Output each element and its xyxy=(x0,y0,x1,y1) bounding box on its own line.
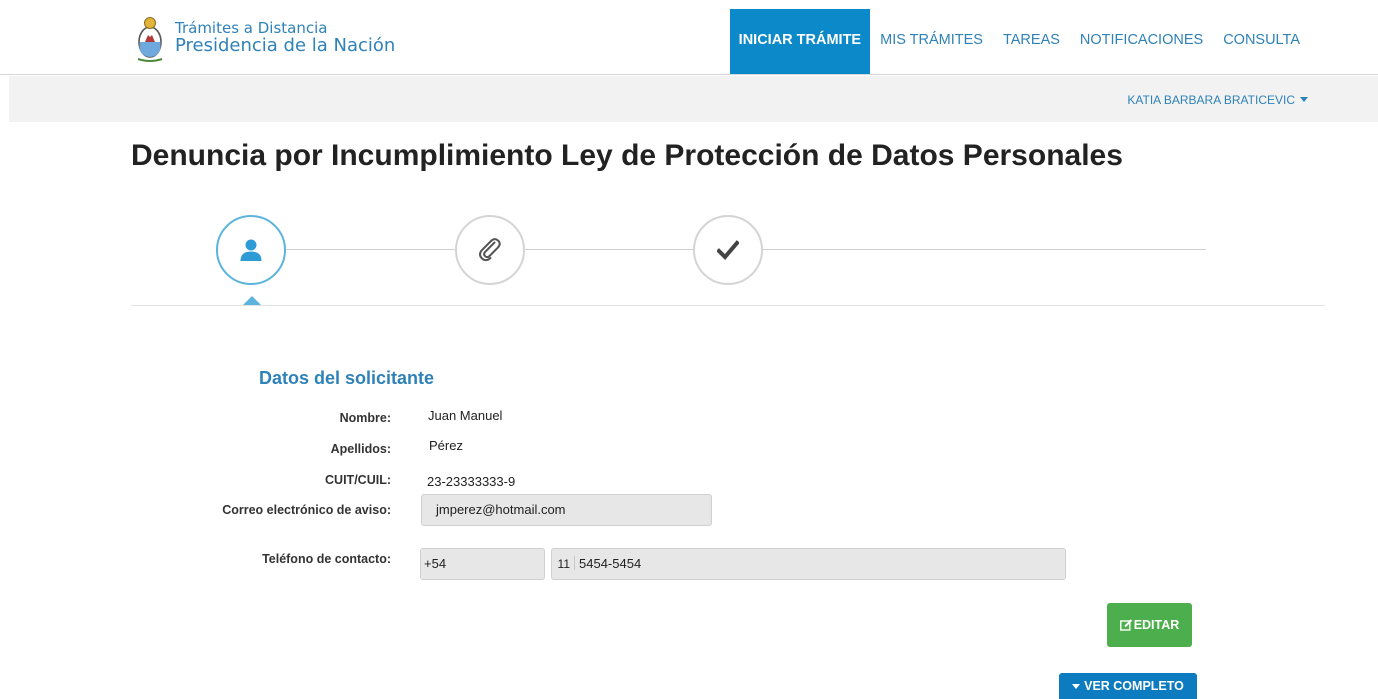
logo-title: Trámites a Distancia xyxy=(175,19,328,37)
edit-button-label: EDITAR xyxy=(1133,618,1180,632)
page-title: Denuncia por Incumplimiento Ley de Prote… xyxy=(131,139,1123,172)
section-title: Datos del solicitante xyxy=(259,368,435,388)
user-name: KATIA BARBARA BRATICEVIC xyxy=(1127,93,1295,107)
paperclip-icon xyxy=(479,238,501,262)
phone-number-field[interactable]: 11 5454-5454 xyxy=(551,548,1066,580)
email-label: Correo electrónico de aviso: xyxy=(222,503,391,517)
nav-consulta[interactable]: CONSULTA xyxy=(1213,9,1310,74)
nav-notificaciones[interactable]: NOTIFICACIONES xyxy=(1070,9,1213,74)
edit-icon xyxy=(1119,619,1132,631)
email-field[interactable]: jmperez@hotmail.com xyxy=(421,494,712,526)
step-confirmation[interactable] xyxy=(693,215,763,285)
nombre-label: Nombre: xyxy=(339,411,391,425)
checkmark-icon xyxy=(717,240,739,260)
step-attachments[interactable] xyxy=(455,215,525,285)
active-step-pointer xyxy=(243,296,261,305)
view-complete-button[interactable]: VER COMPLETO xyxy=(1059,673,1197,699)
phone-country-code-field[interactable]: +54 xyxy=(420,548,545,580)
nav-tareas[interactable]: TAREAS xyxy=(993,9,1070,74)
phone-separator xyxy=(574,556,575,570)
logo-subtitle: Presidencia de la Nación xyxy=(175,35,396,56)
nav-mis-tramites[interactable]: MIS TRÁMITES xyxy=(870,9,993,74)
site-logo[interactable]: Trámites a Distancia Presidencia de la N… xyxy=(135,13,395,63)
user-menu[interactable]: KATIA BARBARA BRATICEVIC xyxy=(1127,93,1308,107)
user-icon xyxy=(240,239,262,261)
cuit-value: 23-23333333-9 xyxy=(427,474,516,489)
coat-of-arms-icon xyxy=(137,17,163,62)
step-user[interactable] xyxy=(216,215,286,285)
apellidos-label: Apellidos: xyxy=(330,442,391,456)
user-bar: KATIA BARBARA BRATICEVIC xyxy=(9,76,1378,122)
view-complete-label: VER COMPLETO xyxy=(1084,679,1184,693)
main-nav: INICIAR TRÁMITE MIS TRÁMITES TAREAS NOTI… xyxy=(729,9,1310,74)
phone-number-value: 5454-5454 xyxy=(579,556,642,571)
caret-down-icon xyxy=(1072,683,1081,689)
phone-area-code: 11 xyxy=(557,557,570,571)
top-header: Trámites a Distancia Presidencia de la N… xyxy=(0,0,1378,75)
nav-iniciar-tramite[interactable]: INICIAR TRÁMITE xyxy=(729,9,871,74)
apellidos-value: Pérez xyxy=(429,438,463,453)
chevron-down-icon xyxy=(1300,97,1308,102)
nombre-value: Juan Manuel xyxy=(428,408,503,423)
cuit-label: CUIT/CUIL: xyxy=(325,473,391,487)
step-progress xyxy=(131,210,1325,306)
edit-button[interactable]: EDITAR xyxy=(1107,603,1192,647)
phone-label: Teléfono de contacto: xyxy=(262,552,391,566)
